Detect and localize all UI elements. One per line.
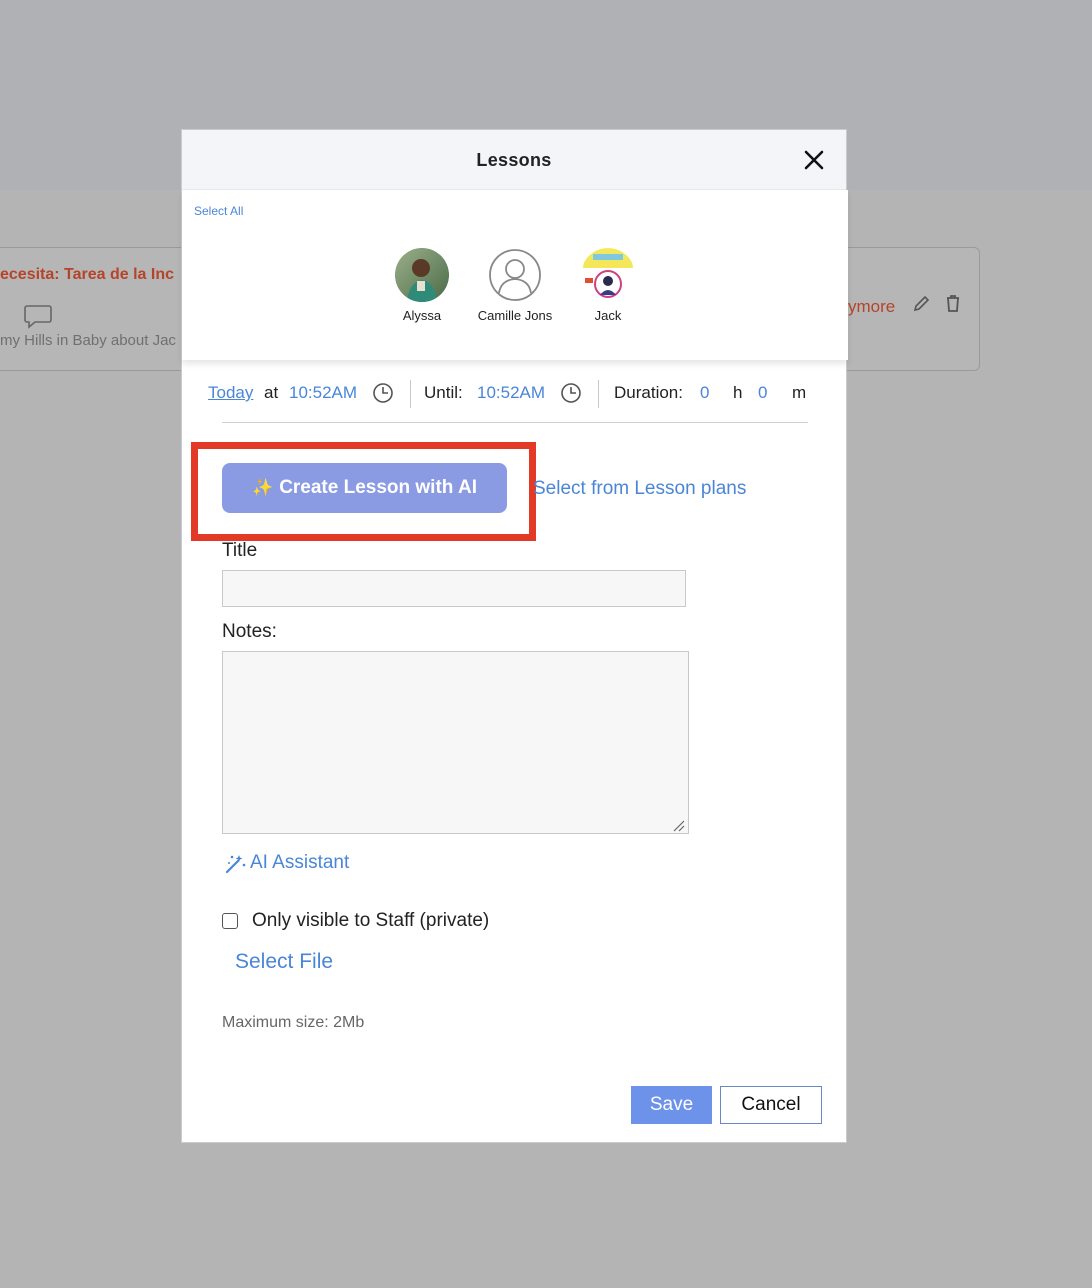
start-time[interactable]: 10:52AM — [289, 383, 357, 403]
duration-hours[interactable]: 0 — [700, 383, 709, 403]
select-file-link[interactable]: Select File — [235, 950, 333, 974]
private-checkbox[interactable] — [222, 913, 238, 929]
end-time[interactable]: 10:52AM — [477, 383, 545, 403]
background-card-more: ymore — [848, 297, 896, 316]
lessons-modal: Lessons Select All Alyssa Camille Jons J… — [181, 129, 848, 1143]
title-label: Title — [222, 540, 258, 561]
chat-bubble-icon — [24, 305, 52, 329]
sparkle-icon: ✨ — [252, 478, 274, 497]
ai-assistant-label: AI Assistant — [250, 852, 350, 873]
trash-icon — [947, 295, 959, 312]
clock-icon[interactable] — [372, 382, 394, 404]
private-option: Only visible to Staff (private) — [222, 910, 489, 932]
create-lesson-ai-button[interactable]: ✨ Create Lesson with AI — [222, 463, 507, 513]
student-name: Alyssa — [402, 308, 442, 323]
avatar — [395, 248, 449, 302]
select-all-link[interactable]: Select All — [194, 204, 243, 218]
until-label: Until: — [424, 383, 463, 402]
ai-assistant-link[interactable]: AI Assistant — [224, 850, 349, 876]
create-lesson-ai-label: Create Lesson with AI — [279, 477, 477, 498]
divider — [410, 380, 411, 408]
duration-minutes[interactable]: 0 — [758, 383, 767, 403]
time-row: Today at 10:52AM Until: 10:52AM Duration… — [208, 380, 808, 410]
minutes-unit: m — [792, 383, 807, 402]
modal-header: Lessons — [182, 130, 846, 190]
divider — [598, 380, 599, 408]
hours-unit: h — [733, 383, 743, 402]
student-name: Camille Jons — [477, 308, 553, 323]
magic-wand-icon — [225, 855, 246, 874]
notes-label: Notes: — [222, 621, 277, 642]
modal-title: Lessons — [476, 150, 552, 170]
at-label: at — [264, 383, 279, 402]
resize-handle-icon[interactable] — [671, 818, 685, 832]
clock-icon[interactable] — [560, 382, 582, 404]
divider — [222, 422, 808, 423]
notes-textarea[interactable] — [222, 651, 689, 834]
cancel-button[interactable]: Cancel — [720, 1086, 822, 1124]
person-placeholder-icon — [489, 249, 541, 301]
student-jack[interactable]: Jack — [568, 248, 648, 324]
select-lesson-plans-link[interactable]: Select from Lesson plans — [533, 478, 746, 500]
background-card-subtitle: my Hills in Baby about Jac — [0, 332, 176, 349]
save-button[interactable]: Save — [631, 1086, 712, 1124]
student-camille-jons[interactable]: Camille Jons — [475, 248, 555, 324]
duration-label: Duration: — [614, 383, 683, 402]
title-input[interactable] — [222, 570, 686, 607]
avatar — [581, 248, 635, 302]
pencil-icon — [913, 295, 930, 312]
today-link[interactable]: Today — [208, 383, 253, 403]
student-name: Jack — [594, 308, 622, 323]
private-label: Only visible to Staff (private) — [252, 910, 490, 931]
max-size-note: Maximum size: 2Mb — [222, 1014, 365, 1031]
close-icon[interactable] — [802, 148, 826, 172]
background-card-title: ecesita: Tarea de la Inc — [0, 266, 175, 283]
student-alyssa[interactable]: Alyssa — [382, 248, 462, 324]
students-panel: Select All Alyssa Camille Jons Jack — [182, 190, 848, 360]
